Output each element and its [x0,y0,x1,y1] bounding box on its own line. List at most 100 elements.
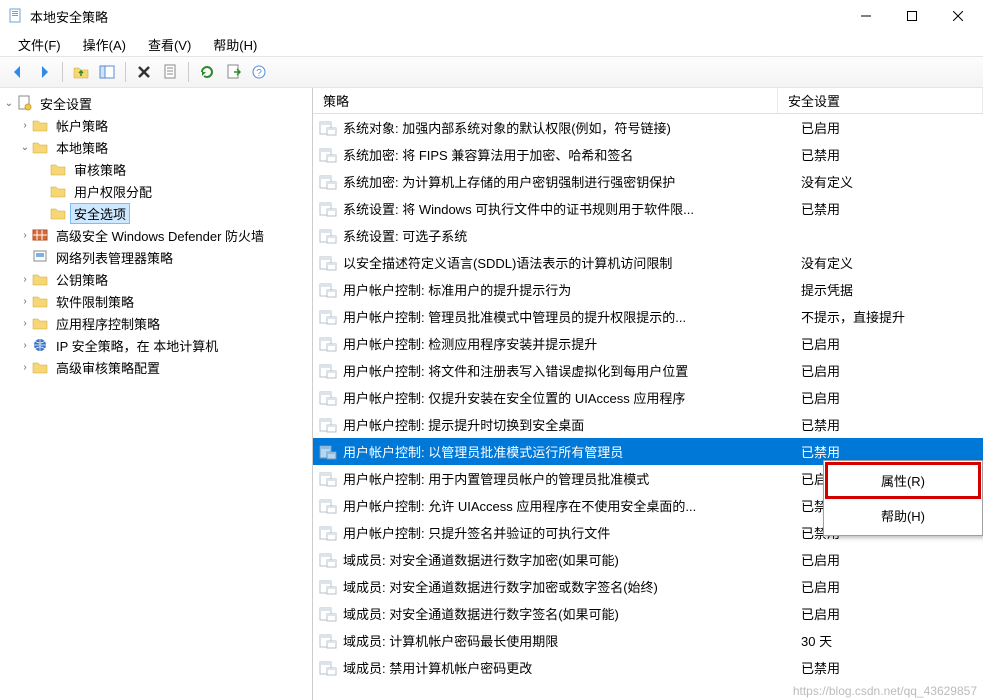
policy-text: 域成员: 对安全通道数据进行数字签名(如果可能) [343,604,619,623]
properties-button[interactable] [158,60,182,84]
maximize-button[interactable] [889,0,935,32]
policy-cell: 系统设置: 可选子系统 [313,226,793,245]
tree-pane[interactable]: ⌄ 安全设置 ›帐户策略⌄本地策略审核策略用户权限分配安全选项›高级安全 Win… [0,88,313,700]
policy-row[interactable]: 用户帐户控制: 仅提升安装在安全位置的 UIAccess 应用程序已启用 [313,384,983,411]
policy-row[interactable]: 系统对象: 加强内部系统对象的默认权限(例如，符号链接)已启用 [313,114,983,141]
policy-row[interactable]: 用户帐户控制: 检测应用程序安装并提示提升已启用 [313,330,983,357]
policy-row[interactable]: 域成员: 对安全通道数据进行数字加密或数字签名(始终) 已启用 [313,573,983,600]
policy-row[interactable]: 域成员: 禁用计算机帐户密码更改已禁用 [313,654,983,681]
policy-text: 系统加密: 为计算机上存储的用户密钥强制进行强密钥保护 [343,172,675,191]
setting-cell: 没有定义 [793,172,983,191]
chevron-right-icon[interactable]: › [18,274,32,285]
column-header-setting[interactable]: 安全设置 [778,88,983,113]
policy-text: 域成员: 对安全通道数据进行数字加密或数字签名(始终) [343,577,658,596]
policy-text: 用户帐户控制: 将文件和注册表写入错误虚拟化到每用户位置 [343,361,688,380]
show-hide-tree-button[interactable] [95,60,119,84]
policy-list[interactable]: 系统对象: 加强内部系统对象的默认权限(例如，符号链接)已启用系统加密: 将 F… [313,114,983,700]
tree-node-label: IP 安全策略，在 本地计算机 [52,336,222,355]
tree-item[interactable]: 网络列表管理器策略 [0,246,312,268]
policy-cell: 用户帐户控制: 提示提升时切换到安全桌面 [313,415,793,434]
minimize-button[interactable] [843,0,889,32]
chevron-right-icon[interactable]: › [18,340,32,351]
chevron-down-icon[interactable]: ⌄ [18,142,32,153]
policy-row[interactable]: 用户帐户控制: 将文件和注册表写入错误虚拟化到每用户位置 已启用 [313,357,983,384]
folder-icon [32,293,48,309]
policy-row[interactable]: 域成员: 对安全通道数据进行数字加密(如果可能)已启用 [313,546,983,573]
policy-cell: 以安全描述符定义语言(SDDL)语法表示的计算机访问限制 [313,253,793,272]
policy-text: 系统设置: 可选子系统 [343,226,467,245]
policy-row[interactable]: 用户帐户控制: 提示提升时切换到安全桌面已禁用 [313,411,983,438]
menu-file[interactable]: 文件(F) [8,33,71,56]
setting-cell: 已禁用 [793,658,983,677]
chevron-right-icon[interactable]: › [18,296,32,307]
context-properties[interactable]: 属性(R) [826,463,980,498]
policy-row[interactable]: 域成员: 对安全通道数据进行数字签名(如果可能)已启用 [313,600,983,627]
tree-item[interactable]: ›高级安全 Windows Defender 防火墙 [0,224,312,246]
policy-row[interactable]: 用户帐户控制: 管理员批准模式中管理员的提升权限提示的...不提示，直接提升 [313,303,983,330]
tree-item[interactable]: ›帐户策略 [0,114,312,136]
setting-cell: 已启用 [793,361,983,380]
folder-icon [32,117,48,133]
context-help[interactable]: 帮助(H) [826,498,980,533]
forward-button[interactable] [32,60,56,84]
chevron-down-icon[interactable]: ⌄ [2,98,16,109]
policy-icon [319,660,337,676]
menu-view[interactable]: 查看(V) [138,33,201,56]
tree-item[interactable]: ›软件限制策略 [0,290,312,312]
refresh-button[interactable] [195,60,219,84]
policy-text: 用户帐户控制: 以管理员批准模式运行所有管理员 [343,442,623,461]
setting-cell: 30 天 [793,631,983,650]
tree-item[interactable]: ›应用程序控制策略 [0,312,312,334]
setting-cell: 已禁用 [793,442,983,461]
help-toolbar-button[interactable]: ? [247,60,271,84]
policy-row[interactable]: 系统加密: 将 FIPS 兼容算法用于加密、哈希和签名已禁用 [313,141,983,168]
tree-item[interactable]: ›公钥策略 [0,268,312,290]
context-menu: 属性(R) 帮助(H) [823,460,983,536]
chevron-right-icon[interactable]: › [18,318,32,329]
policy-icon [319,417,337,433]
chevron-right-icon[interactable]: › [18,230,32,241]
tree-node-label: 高级审核策略配置 [52,358,164,377]
up-button[interactable] [69,60,93,84]
policy-cell: 用户帐户控制: 管理员批准模式中管理员的提升权限提示的... [313,307,793,326]
delete-button[interactable] [132,60,156,84]
watermark: https://blog.csdn.net/qq_43629857 [793,684,977,698]
tree-item[interactable]: 审核策略 [0,158,312,180]
policy-row[interactable]: 以安全描述符定义语言(SDDL)语法表示的计算机访问限制没有定义 [313,249,983,276]
folder-icon [50,183,66,199]
folder-icon [32,139,48,155]
chevron-right-icon[interactable]: › [18,362,32,373]
setting-cell: 已启用 [793,577,983,596]
setting-cell: 已启用 [793,118,983,137]
menu-action[interactable]: 操作(A) [73,33,136,56]
policy-row[interactable]: 用户帐户控制: 标准用户的提升提示行为提示凭据 [313,276,983,303]
close-button[interactable] [935,0,981,32]
menu-help[interactable]: 帮助(H) [203,33,267,56]
tree-node-label: 审核策略 [70,160,130,179]
tree-item[interactable]: ⌄本地策略 [0,136,312,158]
policy-row[interactable]: 域成员: 计算机帐户密码最长使用期限30 天 [313,627,983,654]
tree-item[interactable]: › 高级审核策略配置 [0,356,312,378]
svg-text:?: ? [256,68,262,79]
tree-item[interactable]: 用户权限分配 [0,180,312,202]
policy-cell: 系统加密: 为计算机上存储的用户密钥强制进行强密钥保护 [313,172,793,191]
policy-row[interactable]: 系统加密: 为计算机上存储的用户密钥强制进行强密钥保护 没有定义 [313,168,983,195]
policy-text: 用户帐户控制: 检测应用程序安装并提示提升 [343,334,597,353]
tree-item[interactable]: 安全选项 [0,202,312,224]
chevron-right-icon[interactable]: › [18,120,32,131]
export-button[interactable] [221,60,245,84]
policy-icon [319,444,337,460]
policy-text: 用户帐户控制: 仅提升安装在安全位置的 UIAccess 应用程序 [343,388,685,407]
tree-root[interactable]: ⌄ 安全设置 [0,92,312,114]
policy-cell: 用户帐户控制: 仅提升安装在安全位置的 UIAccess 应用程序 [313,388,793,407]
column-header-policy[interactable]: 策略 [313,88,778,113]
policy-text: 系统加密: 将 FIPS 兼容算法用于加密、哈希和签名 [343,145,633,164]
policy-icon [319,120,337,136]
policy-cell: 用户帐户控制: 只提升签名并验证的可执行文件 [313,523,793,542]
folder-icon [32,249,48,265]
back-button[interactable] [6,60,30,84]
policy-row[interactable]: 系统设置: 将 Windows 可执行文件中的证书规则用于软件限...已禁用 [313,195,983,222]
policy-cell: 系统设置: 将 Windows 可执行文件中的证书规则用于软件限... [313,199,793,218]
tree-item[interactable]: › IP 安全策略，在 本地计算机 [0,334,312,356]
policy-row[interactable]: 系统设置: 可选子系统 [313,222,983,249]
